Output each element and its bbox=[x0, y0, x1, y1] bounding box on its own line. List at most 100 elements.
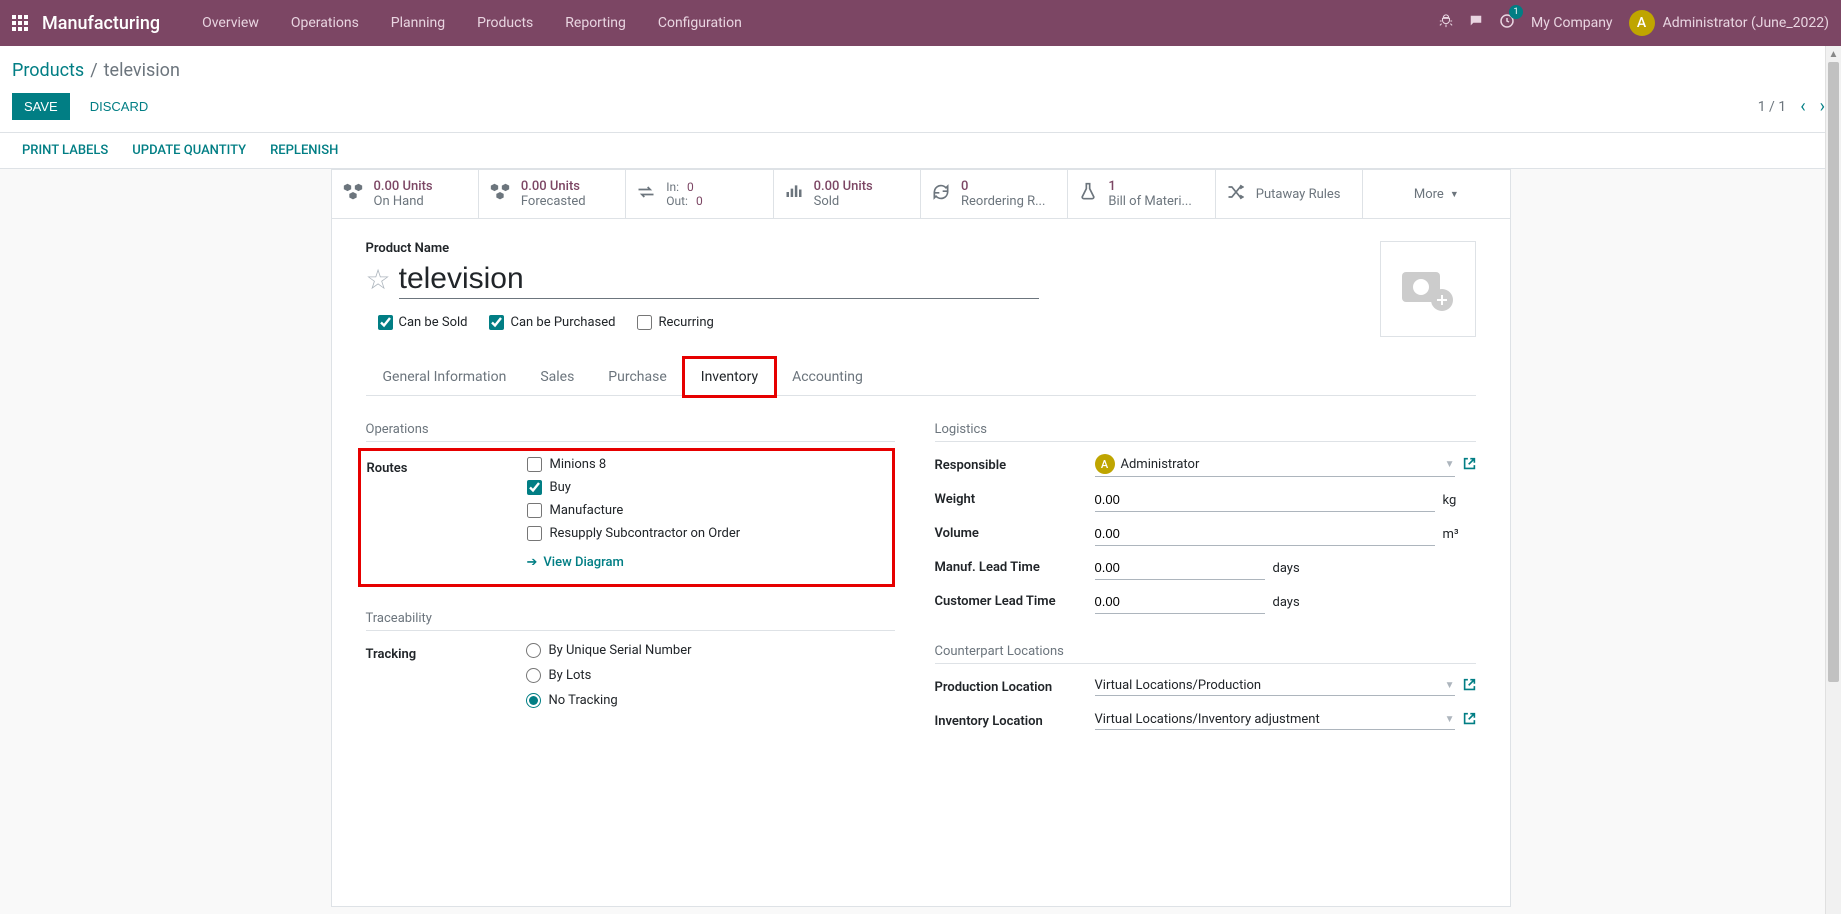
responsible-field[interactable]: A Administrator ▼ bbox=[1095, 454, 1455, 477]
discard-button[interactable]: Discard bbox=[78, 93, 161, 120]
prod-loc-value: Virtual Locations/Production bbox=[1095, 678, 1445, 693]
favorite-star-icon[interactable]: ☆ bbox=[366, 263, 391, 296]
inv-loc-field[interactable]: Virtual Locations/Inventory adjustment ▼ bbox=[1095, 710, 1455, 730]
save-button[interactable]: Save bbox=[12, 93, 70, 120]
apps-icon[interactable] bbox=[12, 15, 28, 31]
section-operations: Operations bbox=[366, 422, 895, 442]
stat-more[interactable]: More ▼ bbox=[1363, 170, 1509, 218]
flask-icon bbox=[1078, 182, 1098, 207]
section-logistics: Logistics bbox=[935, 422, 1476, 442]
route-minions-checkbox[interactable]: Minions 8 bbox=[527, 457, 884, 472]
activity-icon[interactable]: 1 bbox=[1499, 13, 1515, 33]
stat-forecasted-lbl: Forecasted bbox=[521, 194, 586, 209]
can-be-purchased-checkbox[interactable]: Can be Purchased bbox=[489, 315, 615, 330]
nav-operations[interactable]: Operations bbox=[275, 0, 375, 46]
pager-text: 1 / 1 bbox=[1758, 99, 1786, 115]
tab-general-information[interactable]: General Information bbox=[366, 358, 524, 396]
breadcrumb-root[interactable]: Products bbox=[12, 60, 84, 81]
scrollbar[interactable]: ▲ bbox=[1825, 46, 1841, 914]
routes-highlight: Routes Minions 8 Buy Manufacture Resuppl… bbox=[358, 448, 895, 587]
route-buy-checkbox[interactable]: Buy bbox=[527, 480, 884, 495]
avatar: A bbox=[1095, 454, 1115, 474]
bug-icon[interactable] bbox=[1439, 14, 1453, 32]
stat-sold-lbl: Sold bbox=[814, 194, 873, 209]
sub-actions: Print Labels Update Quantity Replenish bbox=[0, 133, 1841, 169]
nav-products[interactable]: Products bbox=[461, 0, 549, 46]
responsible-value: Administrator bbox=[1121, 457, 1200, 472]
stat-reorder-lbl: Reordering R... bbox=[961, 194, 1045, 209]
tracking-lots-radio[interactable]: By Lots bbox=[526, 668, 895, 683]
product-header: Product Name ☆ Can be Sold Can be Purcha… bbox=[332, 219, 1510, 338]
cust-lead-input[interactable] bbox=[1095, 590, 1265, 614]
nav-reporting[interactable]: Reporting bbox=[549, 0, 642, 46]
stat-sold-val: 0.00 Units bbox=[814, 179, 873, 194]
nav-planning[interactable]: Planning bbox=[375, 0, 461, 46]
update-quantity-button[interactable]: Update Quantity bbox=[132, 143, 246, 158]
print-labels-button[interactable]: Print Labels bbox=[22, 143, 108, 158]
topbar: Manufacturing Overview Operations Planni… bbox=[0, 0, 1841, 46]
tab-sales[interactable]: Sales bbox=[523, 358, 591, 396]
stat-inout[interactable]: In:0 Out:0 bbox=[626, 170, 773, 218]
prod-loc-field[interactable]: Virtual Locations/Production ▼ bbox=[1095, 676, 1455, 696]
stat-forecasted[interactable]: 0.00 UnitsForecasted bbox=[479, 170, 626, 218]
product-name-input[interactable] bbox=[399, 260, 1039, 299]
stat-onhand-val: 0.00 Units bbox=[374, 179, 433, 194]
pager-prev[interactable]: ‹ bbox=[1800, 96, 1805, 117]
stat-in-k: In: bbox=[666, 180, 679, 194]
transfer-icon bbox=[636, 182, 656, 207]
scroll-up-icon[interactable]: ▲ bbox=[1826, 46, 1841, 62]
routes-list: Minions 8 Buy Manufacture Resupply Subco… bbox=[527, 457, 884, 570]
tracking-serial-radio[interactable]: By Unique Serial Number bbox=[526, 643, 895, 658]
refresh-icon bbox=[931, 182, 951, 207]
nav-overview[interactable]: Overview bbox=[186, 0, 275, 46]
tracking-radio-group: By Unique Serial Number By Lots No Track… bbox=[526, 643, 895, 708]
user-label: Administrator (June_2022) bbox=[1663, 15, 1829, 31]
breadcrumb-sep: / bbox=[90, 60, 97, 81]
product-image-placeholder[interactable] bbox=[1380, 241, 1476, 337]
stat-bom[interactable]: 1Bill of Materi... bbox=[1068, 170, 1215, 218]
stat-onhand[interactable]: 0.00 UnitsOn Hand bbox=[332, 170, 479, 218]
external-link-icon[interactable] bbox=[1463, 678, 1476, 695]
arrow-right-icon: ➔ bbox=[527, 555, 538, 570]
replenish-button[interactable]: Replenish bbox=[270, 143, 338, 158]
external-link-icon[interactable] bbox=[1463, 712, 1476, 729]
app-brand[interactable]: Manufacturing bbox=[42, 13, 160, 34]
chat-icon[interactable] bbox=[1469, 14, 1483, 32]
can-be-sold-checkbox[interactable]: Can be Sold bbox=[378, 315, 468, 330]
company-selector[interactable]: My Company bbox=[1531, 15, 1613, 31]
volume-input[interactable] bbox=[1095, 522, 1435, 546]
shuffle-icon bbox=[1226, 182, 1246, 207]
nav-configuration[interactable]: Configuration bbox=[642, 0, 758, 46]
cust-lead-unit: days bbox=[1273, 595, 1300, 610]
pager: 1 / 1 ‹ › bbox=[1758, 96, 1825, 117]
stat-out-v: 0 bbox=[696, 194, 703, 208]
chevron-down-icon: ▼ bbox=[1450, 189, 1459, 200]
topbar-right: 1 My Company A Administrator (June_2022) bbox=[1439, 10, 1829, 36]
volume-unit: m³ bbox=[1443, 527, 1459, 542]
scroll-thumb[interactable] bbox=[1828, 62, 1839, 682]
cubes-icon bbox=[489, 181, 511, 208]
tracking-none-radio[interactable]: No Tracking bbox=[526, 693, 895, 708]
stat-reorder[interactable]: 0Reordering R... bbox=[921, 170, 1068, 218]
external-link-icon[interactable] bbox=[1463, 457, 1476, 474]
manuf-lead-unit: days bbox=[1273, 561, 1300, 576]
tab-inventory[interactable]: Inventory bbox=[684, 358, 775, 396]
stat-sold[interactable]: 0.00 UnitsSold bbox=[774, 170, 921, 218]
weight-unit: kg bbox=[1443, 493, 1457, 508]
weight-label: Weight bbox=[935, 488, 1095, 507]
tab-purchase[interactable]: Purchase bbox=[591, 358, 683, 396]
tab-accounting[interactable]: Accounting bbox=[775, 358, 880, 396]
stat-putaway[interactable]: Putaway Rules bbox=[1216, 170, 1363, 218]
cubes-icon bbox=[342, 181, 364, 208]
route-manufacture-checkbox[interactable]: Manufacture bbox=[527, 503, 884, 518]
product-name-label: Product Name bbox=[366, 241, 1476, 256]
weight-input[interactable] bbox=[1095, 488, 1435, 512]
view-diagram-link[interactable]: ➔ View Diagram bbox=[527, 555, 884, 570]
inv-loc-value: Virtual Locations/Inventory adjustment bbox=[1095, 712, 1445, 727]
manuf-lead-label: Manuf. Lead Time bbox=[935, 556, 1095, 575]
user-menu[interactable]: A Administrator (June_2022) bbox=[1629, 10, 1829, 36]
recurring-checkbox[interactable]: Recurring bbox=[637, 315, 713, 330]
chevron-down-icon: ▼ bbox=[1445, 459, 1455, 470]
route-resupply-checkbox[interactable]: Resupply Subcontractor on Order bbox=[527, 526, 884, 541]
manuf-lead-input[interactable] bbox=[1095, 556, 1265, 580]
